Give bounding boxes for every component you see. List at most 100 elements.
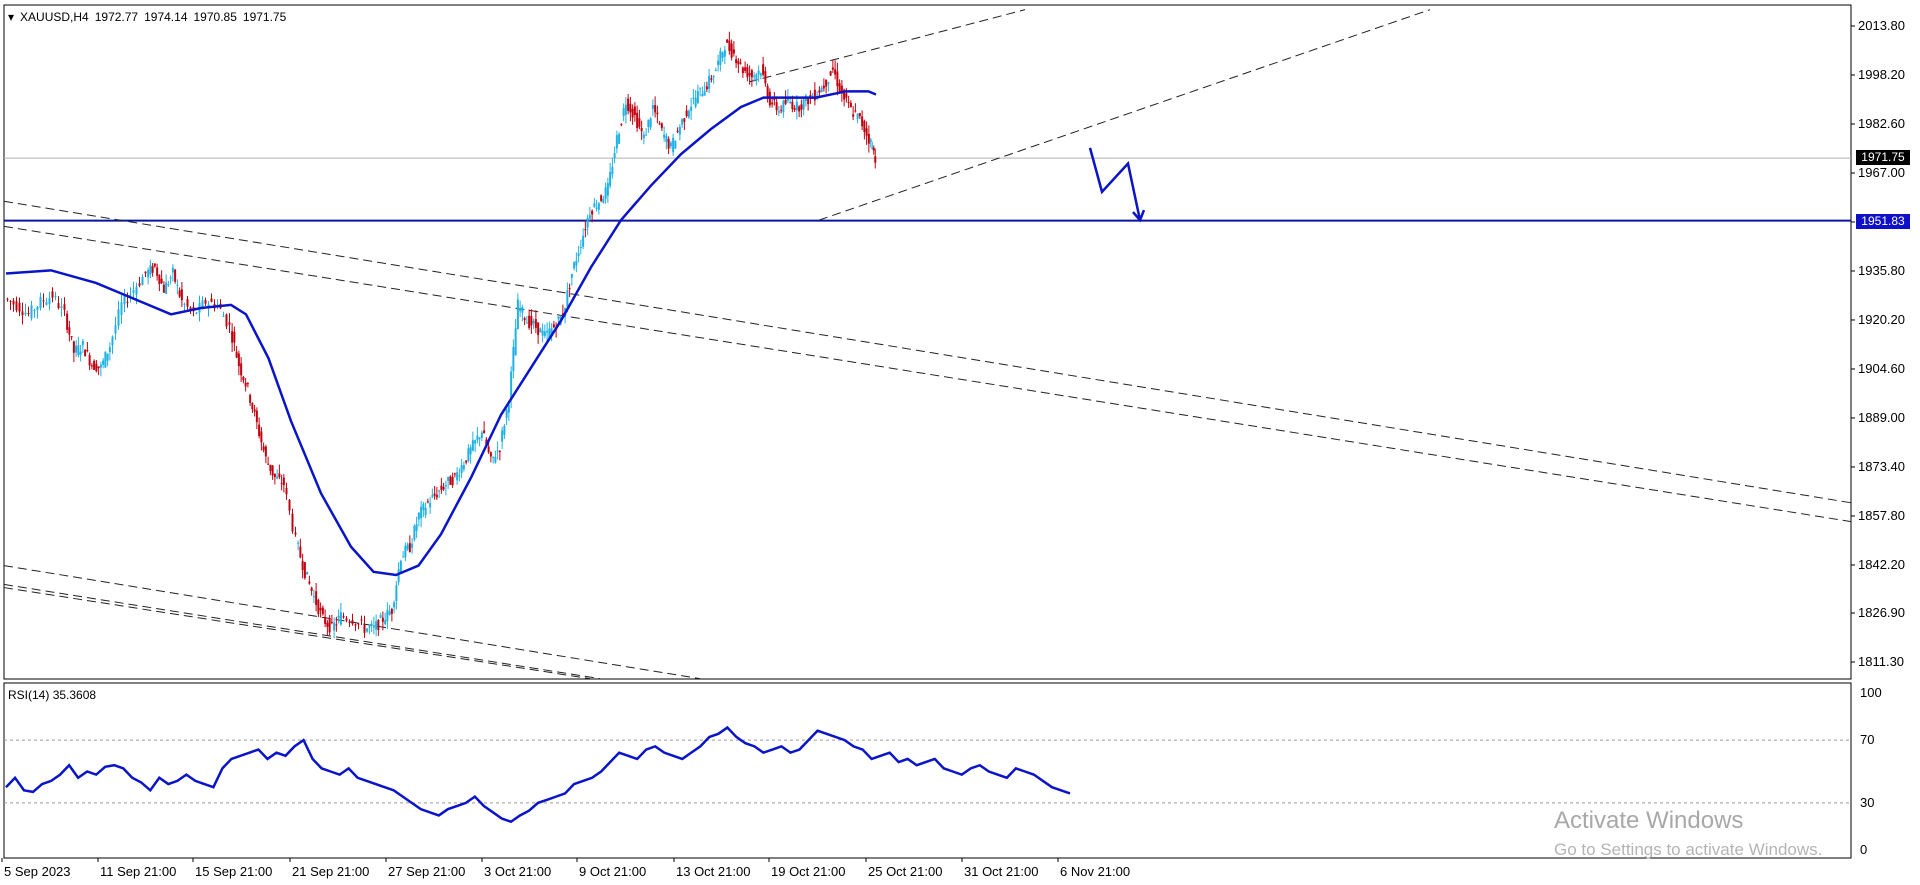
candle-body — [375, 621, 378, 630]
candle-body — [676, 130, 679, 132]
candle-body — [75, 345, 78, 353]
candle-body — [388, 611, 391, 615]
candle-body — [858, 113, 861, 117]
candle-body — [523, 318, 526, 321]
candle-body — [730, 43, 733, 58]
candle-body — [462, 465, 465, 470]
candle-body — [126, 301, 129, 303]
candle-body — [615, 135, 618, 149]
candle-body — [111, 336, 114, 346]
candle-body — [449, 476, 452, 485]
candle-body — [507, 405, 510, 413]
candle-body — [480, 432, 483, 438]
candle-body — [728, 40, 731, 52]
candle-body — [827, 82, 830, 85]
candle-body — [717, 60, 720, 66]
candle-body — [413, 525, 416, 540]
candle-body — [108, 347, 111, 352]
candle-body — [597, 203, 600, 210]
candle-body — [780, 109, 783, 111]
candle-body — [60, 306, 63, 308]
candle-body — [308, 581, 311, 584]
candle-body — [469, 447, 472, 455]
candle-body — [660, 123, 663, 129]
candle-body — [458, 475, 461, 477]
candle-body — [489, 452, 492, 457]
candle-body — [546, 330, 549, 333]
candle-body — [415, 524, 418, 531]
candle-body — [45, 302, 48, 305]
candle-body — [609, 171, 612, 187]
candle-body — [543, 331, 546, 336]
candle-body — [494, 457, 497, 463]
candle-body — [63, 304, 66, 310]
rsi-tick-label: 70 — [1860, 732, 1874, 747]
candle-body — [57, 303, 60, 309]
candle-body — [865, 128, 868, 136]
candle-body — [276, 476, 279, 479]
candle-body — [825, 79, 828, 87]
candle-body — [397, 569, 400, 583]
candle-body — [791, 101, 794, 110]
time-tick-label: 9 Oct 21:00 — [579, 864, 646, 879]
candle-body — [665, 135, 668, 143]
candle-body — [534, 319, 537, 328]
candle-body — [739, 62, 742, 64]
price-axis: 2013.80 1998.20 1982.60 1967.00 1951.40 1935.… — [1851, 18, 1905, 669]
candle-body — [328, 618, 331, 633]
candle-body — [231, 331, 234, 343]
time-tick-label: 3 Oct 21:00 — [484, 864, 551, 879]
candle-body — [244, 382, 247, 387]
candle-body — [386, 609, 389, 622]
candle-body — [532, 320, 535, 324]
candle-body — [68, 327, 71, 335]
high-value: 1974.14 — [144, 10, 188, 24]
candle-body — [762, 64, 765, 75]
candle-body — [685, 110, 688, 117]
candle-body — [705, 86, 708, 90]
candle-body — [438, 490, 441, 492]
candle-body — [253, 409, 256, 412]
candle-body — [636, 112, 639, 129]
candle-body — [27, 312, 30, 314]
dropdown-triangle-icon[interactable]: ▾ — [8, 10, 14, 24]
candle-body — [235, 351, 238, 358]
candle-body — [299, 546, 302, 558]
candle-body — [39, 296, 42, 309]
time-tick-label: 15 Sep 21:00 — [195, 864, 272, 879]
candle-body — [141, 277, 144, 286]
candle-body — [845, 93, 848, 98]
candle-body — [505, 409, 508, 418]
candle-body — [204, 300, 207, 304]
rsi-tick-label: 0 — [1860, 842, 1867, 857]
chart-canvas: 2013.80 1998.20 1982.60 1967.00 1951.40 1935.… — [1, 4, 1905, 879]
symbol-legend: ▾ XAUUSD,H4 1972.77 1974.14 1970.85 1971… — [8, 10, 286, 24]
candle-body — [84, 349, 87, 357]
candle-body — [737, 60, 740, 65]
candle-body — [377, 620, 380, 630]
candle-body — [225, 314, 228, 327]
candle-body — [656, 112, 659, 115]
candle-body — [861, 116, 864, 127]
candle-body — [678, 126, 681, 135]
candle-body — [735, 59, 738, 64]
candle-body — [174, 269, 177, 282]
candle-body — [246, 383, 249, 385]
candle-body — [278, 473, 281, 478]
candle-body — [460, 465, 463, 474]
candle-body — [834, 69, 837, 75]
candle-body — [530, 316, 533, 326]
candle-body — [114, 325, 117, 334]
candle-body — [317, 599, 320, 615]
candle-body — [324, 616, 327, 624]
candle-body — [847, 101, 850, 104]
candle-body — [138, 283, 141, 286]
candle-body — [629, 103, 632, 113]
candle-body — [849, 102, 852, 108]
candle-body — [77, 345, 80, 356]
price-tick-label: 1935.80 — [1858, 263, 1905, 278]
candle-body — [390, 608, 393, 614]
candle-body — [471, 440, 474, 451]
candle-body — [312, 596, 315, 598]
candle-body — [95, 363, 98, 372]
